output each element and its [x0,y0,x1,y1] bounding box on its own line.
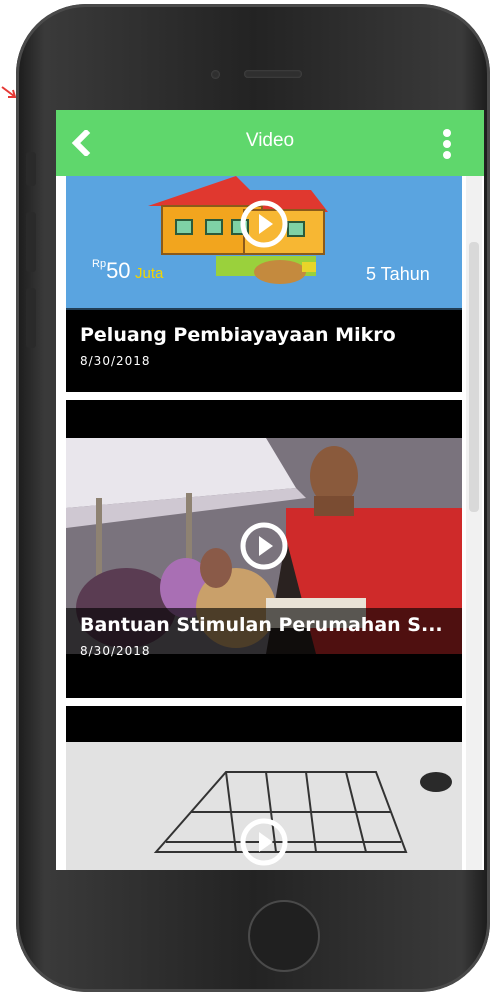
volume-up-button [26,212,36,272]
video-thumbnail[interactable]: Rp50 Juta 5 Tahun [66,176,462,310]
video-title[interactable]: Peluang Pembiayayaan Mikro [80,324,396,346]
play-icon[interactable] [240,818,288,866]
video-date: 8/30/2018 [80,354,151,368]
video-list[interactable]: Rp50 Juta 5 Tahun Peluang Pembiayayaan M… [66,176,462,870]
price-label: Rp50 Juta [92,258,164,283]
play-icon[interactable] [240,522,288,570]
volume-down-button [26,288,36,348]
earpiece-speaker [244,70,302,78]
scrollbar-thumb[interactable] [469,242,479,512]
video-thumbnail[interactable] [66,742,462,870]
video-card[interactable]: Rp50 Juta 5 Tahun Peluang Pembiayayaan M… [66,176,462,392]
term-label: 5 Tahun [366,264,430,284]
video-date: 8/30/2018 [80,644,151,658]
phone-screen: Video Rp50 Juta 5 Tahun Peluang Pembiaya… [56,110,484,870]
play-icon[interactable] [240,200,288,248]
more-vertical-icon[interactable] [442,128,452,160]
page-title: Video [245,130,295,151]
video-title[interactable]: Bantuan Stimulan Perumahan S... [80,614,443,636]
video-card[interactable] [66,706,462,870]
mute-switch [26,152,36,186]
video-card[interactable]: Bantuan Stimulan Perumahan S... 8/30/201… [66,400,462,698]
home-button[interactable] [248,900,320,972]
front-camera [211,70,220,79]
app-bar: Video [56,110,484,176]
